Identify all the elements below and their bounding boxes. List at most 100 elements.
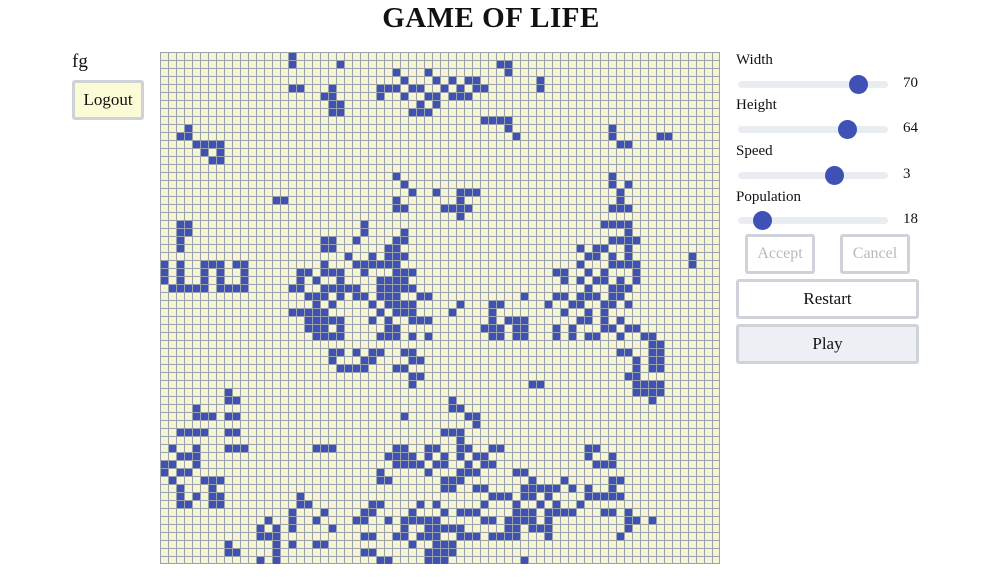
live-cell[interactable] — [385, 253, 392, 260]
live-cell[interactable] — [625, 517, 632, 524]
live-cell[interactable] — [625, 509, 632, 516]
live-cell[interactable] — [457, 197, 464, 204]
live-cell[interactable] — [409, 349, 416, 356]
live-cell[interactable] — [193, 413, 200, 420]
live-cell[interactable] — [521, 485, 528, 492]
live-cell[interactable] — [617, 533, 624, 540]
live-cell[interactable] — [609, 205, 616, 212]
live-cell[interactable] — [441, 429, 448, 436]
live-cell[interactable] — [417, 357, 424, 364]
live-cell[interactable] — [433, 525, 440, 532]
live-cell[interactable] — [521, 317, 528, 324]
live-cell[interactable] — [625, 237, 632, 244]
live-cell[interactable] — [601, 325, 608, 332]
live-cell[interactable] — [457, 509, 464, 516]
live-cell[interactable] — [537, 501, 544, 508]
live-cell[interactable] — [385, 477, 392, 484]
live-cell[interactable] — [353, 293, 360, 300]
live-cell[interactable] — [585, 493, 592, 500]
live-cell[interactable] — [585, 293, 592, 300]
live-cell[interactable] — [641, 333, 648, 340]
live-cell[interactable] — [369, 357, 376, 364]
live-cell[interactable] — [385, 453, 392, 460]
live-cell[interactable] — [433, 77, 440, 84]
live-cell[interactable] — [385, 245, 392, 252]
live-cell[interactable] — [425, 557, 432, 564]
live-cell[interactable] — [449, 549, 456, 556]
live-cell[interactable] — [321, 269, 328, 276]
live-cell[interactable] — [225, 285, 232, 292]
live-cell[interactable] — [521, 325, 528, 332]
live-cell[interactable] — [297, 85, 304, 92]
live-cell[interactable] — [609, 493, 616, 500]
live-cell[interactable] — [585, 453, 592, 460]
live-cell[interactable] — [393, 325, 400, 332]
live-cell[interactable] — [169, 477, 176, 484]
live-cell[interactable] — [441, 85, 448, 92]
live-cell[interactable] — [425, 109, 432, 116]
live-cell[interactable] — [529, 381, 536, 388]
live-cell[interactable] — [273, 525, 280, 532]
live-cell[interactable] — [457, 405, 464, 412]
live-cell[interactable] — [369, 349, 376, 356]
live-cell[interactable] — [329, 93, 336, 100]
live-cell[interactable] — [289, 517, 296, 524]
live-cell[interactable] — [505, 61, 512, 68]
live-cell[interactable] — [385, 285, 392, 292]
live-cell[interactable] — [313, 517, 320, 524]
live-cell[interactable] — [385, 277, 392, 284]
live-cell[interactable] — [377, 309, 384, 316]
live-cell[interactable] — [225, 549, 232, 556]
live-cell[interactable] — [409, 189, 416, 196]
live-cell[interactable] — [377, 469, 384, 476]
live-cell[interactable] — [393, 261, 400, 268]
live-cell[interactable] — [289, 61, 296, 68]
live-cell[interactable] — [401, 285, 408, 292]
live-cell[interactable] — [601, 509, 608, 516]
live-cell[interactable] — [497, 333, 504, 340]
live-cell[interactable] — [609, 301, 616, 308]
live-cell[interactable] — [625, 205, 632, 212]
live-cell[interactable] — [401, 77, 408, 84]
live-cell[interactable] — [425, 93, 432, 100]
live-cell[interactable] — [337, 333, 344, 340]
live-cell[interactable] — [537, 381, 544, 388]
live-cell[interactable] — [329, 301, 336, 308]
live-cell[interactable] — [369, 509, 376, 516]
live-cell[interactable] — [177, 429, 184, 436]
live-cell[interactable] — [377, 261, 384, 268]
live-cell[interactable] — [425, 453, 432, 460]
live-cell[interactable] — [521, 333, 528, 340]
live-cell[interactable] — [633, 237, 640, 244]
speed-slider-track[interactable] — [738, 172, 888, 179]
live-cell[interactable] — [577, 301, 584, 308]
live-cell[interactable] — [273, 549, 280, 556]
live-cell[interactable] — [401, 461, 408, 468]
live-cell[interactable] — [601, 245, 608, 252]
live-cell[interactable] — [625, 373, 632, 380]
live-cell[interactable] — [545, 525, 552, 532]
live-cell[interactable] — [393, 277, 400, 284]
speed-slider[interactable] — [738, 165, 888, 185]
live-cell[interactable] — [313, 317, 320, 324]
live-cell[interactable] — [305, 309, 312, 316]
live-cell[interactable] — [449, 77, 456, 84]
live-cell[interactable] — [593, 461, 600, 468]
live-cell[interactable] — [169, 285, 176, 292]
live-cell[interactable] — [473, 469, 480, 476]
live-cell[interactable] — [313, 325, 320, 332]
live-cell[interactable] — [313, 293, 320, 300]
live-cell[interactable] — [625, 229, 632, 236]
live-cell[interactable] — [425, 69, 432, 76]
live-cell[interactable] — [161, 277, 168, 284]
live-cell[interactable] — [625, 525, 632, 532]
live-cell[interactable] — [217, 493, 224, 500]
live-cell[interactable] — [409, 373, 416, 380]
live-cell[interactable] — [393, 285, 400, 292]
live-cell[interactable] — [225, 397, 232, 404]
live-cell[interactable] — [585, 445, 592, 452]
live-cell[interactable] — [529, 493, 536, 500]
live-cell[interactable] — [241, 277, 248, 284]
live-cell[interactable] — [625, 285, 632, 292]
live-cell[interactable] — [409, 541, 416, 548]
